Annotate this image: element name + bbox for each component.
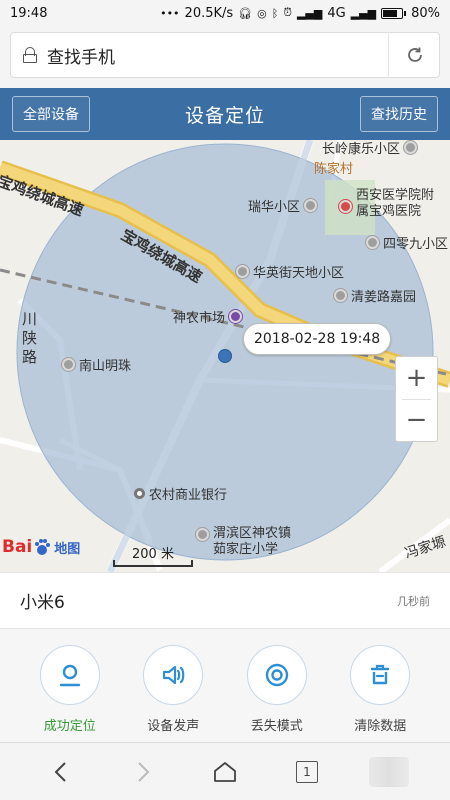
location-pin-icon[interactable] — [39, 645, 100, 705]
poi-label: 华英街天地小区 — [253, 266, 345, 281]
poi-label: 瑞华小区 — [248, 200, 301, 215]
market-icon — [229, 310, 243, 323]
baidu-map-logo: Bai 地图 — [2, 537, 80, 557]
reload-icon[interactable] — [403, 43, 427, 67]
home-icon — [214, 761, 236, 782]
browser-toolbar: 查找手机 — [0, 26, 450, 88]
status-icons: ••• 20.5K/s 🎧︎ ◎ ᛒ ⏰︎ ▂▄▆ 4G ▂▄▆ 80% — [160, 6, 440, 21]
poi-school[interactable]: 渭滨区神农镇茹家庄小学 — [196, 526, 301, 558]
status-bar: 19:48 ••• 20.5K/s 🎧︎ ◎ ᛒ ⏰︎ ▂▄▆ 4G ▂▄▆ 8… — [0, 0, 450, 26]
speaker-icon[interactable] — [143, 645, 204, 705]
poi-label: 渭滨区神农镇茹家庄小学 — [213, 526, 292, 557]
page-title: 设备定位 — [184, 104, 265, 127]
battery-percent: 80% — [411, 5, 440, 21]
app-header: 全部设备 设备定位 查找历史 — [0, 88, 450, 140]
poi-bank[interactable]: 农村商业银行 — [134, 484, 227, 503]
device-location-marker[interactable] — [218, 349, 232, 363]
ring-label: 设备发声 — [147, 719, 200, 734]
target-icon[interactable] — [246, 645, 307, 705]
network-type: 4G — [327, 5, 346, 21]
home-button[interactable] — [205, 752, 245, 792]
poi-label: 长岭康乐小区 — [322, 142, 401, 157]
locate-action[interactable]: 成功定位 — [25, 645, 115, 742]
lock-icon — [23, 47, 37, 63]
poi-huaying[interactable]: 华英街天地小区 — [236, 262, 344, 281]
device-info-row: 小米6 几秒前 — [0, 572, 450, 628]
map-view[interactable]: 宝鸡绕城高速 宝鸡绕城高速 川陕路 冯家塬 长岭康乐小区 陈家村 瑞华小区 西安… — [0, 140, 450, 572]
sync-icon: ◎ — [257, 6, 267, 20]
poi-label: 西安医学院附属宝鸡医院 — [356, 188, 435, 219]
back-arrow-icon — [54, 761, 66, 782]
erase-action[interactable]: 清除数据 — [335, 645, 425, 742]
poi-label: 清姜路嘉园 — [351, 290, 417, 305]
poi-qingjiang[interactable]: 清姜路嘉园 — [334, 286, 416, 305]
forward-arrow-icon — [138, 761, 150, 782]
locate-label: 成功定位 — [43, 719, 96, 734]
paw-icon — [35, 539, 51, 555]
scale-bar — [113, 560, 193, 567]
headphone-icon: 🎧︎ — [238, 6, 253, 20]
poi-409[interactable]: 四零九小区 — [366, 233, 448, 252]
net-speed: 20.5K/s — [184, 5, 234, 21]
poi-label: 四零九小区 — [383, 237, 449, 252]
trash-icon[interactable] — [350, 645, 411, 705]
address-bar[interactable]: 查找手机 — [10, 32, 440, 78]
poi-building-icon — [62, 358, 75, 371]
more-dots-icon: ••• — [160, 6, 180, 20]
device-updated-time: 几秒前 — [397, 594, 430, 608]
logo-text-ditu: 地图 — [54, 541, 81, 557]
alarm-icon: ⏰︎ — [283, 6, 292, 19]
erase-label: 清除数据 — [354, 719, 407, 734]
poi-hospital[interactable]: 西安医学院附属宝鸡医院 — [339, 188, 436, 220]
signal-icon: ▂▄▆ — [296, 6, 323, 20]
address-text[interactable]: 查找手机 — [47, 43, 388, 68]
poi-label: 陈家村 — [314, 162, 354, 177]
device-name: 小米6 — [20, 593, 65, 613]
zoom-in-button[interactable]: + — [396, 357, 437, 399]
poi-building-icon — [366, 236, 379, 249]
lost-mode-action[interactable]: 丢失模式 — [232, 645, 322, 742]
battery-icon — [381, 7, 407, 19]
ring-action[interactable]: 设备发声 — [128, 645, 218, 742]
zoom-out-button[interactable]: − — [396, 400, 437, 442]
all-devices-button[interactable]: 全部设备 — [12, 96, 90, 132]
search-history-button[interactable]: 查找历史 — [359, 96, 438, 132]
hospital-icon — [339, 200, 352, 213]
action-bar: 成功定位 设备发声 丢失模式 清除数据 — [0, 628, 450, 742]
poi-building-icon — [334, 289, 347, 302]
menu-button[interactable] — [369, 752, 409, 792]
address-divider — [388, 32, 389, 78]
poi-chenjiacun[interactable]: 陈家村 — [314, 158, 353, 177]
bluetooth-icon: ᛒ — [271, 6, 279, 20]
status-time: 19:48 — [10, 5, 48, 21]
poi-building-icon — [404, 141, 418, 154]
back-button[interactable] — [41, 752, 81, 792]
map-scale: 200 米 — [113, 543, 193, 567]
poi-nanshan[interactable]: 南山明珠 — [62, 355, 131, 374]
poi-ruihua[interactable]: 瑞华小区 — [248, 196, 318, 215]
poi-shennong-market[interactable]: 神农市场 — [173, 307, 243, 326]
zoom-control: + − — [395, 356, 438, 442]
poi-label: 南山明珠 — [79, 359, 132, 374]
bank-icon — [134, 488, 145, 499]
logo-text-bai: Bai — [2, 537, 33, 557]
road-label-chuanshan: 川陕路 — [22, 310, 38, 366]
poi-building-icon — [196, 528, 209, 541]
tabs-button[interactable]: 1 — [287, 752, 327, 792]
poi-label: 神农市场 — [173, 311, 226, 326]
browser-bottom-nav: 1 — [0, 742, 450, 800]
forward-button[interactable] — [123, 752, 163, 792]
poi-building-icon — [304, 199, 318, 212]
tab-count: 1 — [296, 760, 318, 783]
poi-changling[interactable]: 长岭康乐小区 — [322, 140, 418, 157]
menu-icon — [369, 756, 409, 787]
lost-mode-label: 丢失模式 — [250, 719, 303, 734]
location-time-bubble: 2018-02-28 19:48 — [243, 323, 392, 355]
signal2-icon: ▂▄▆ — [350, 6, 377, 20]
poi-building-icon — [236, 265, 249, 278]
poi-label: 农村商业银行 — [149, 488, 228, 503]
